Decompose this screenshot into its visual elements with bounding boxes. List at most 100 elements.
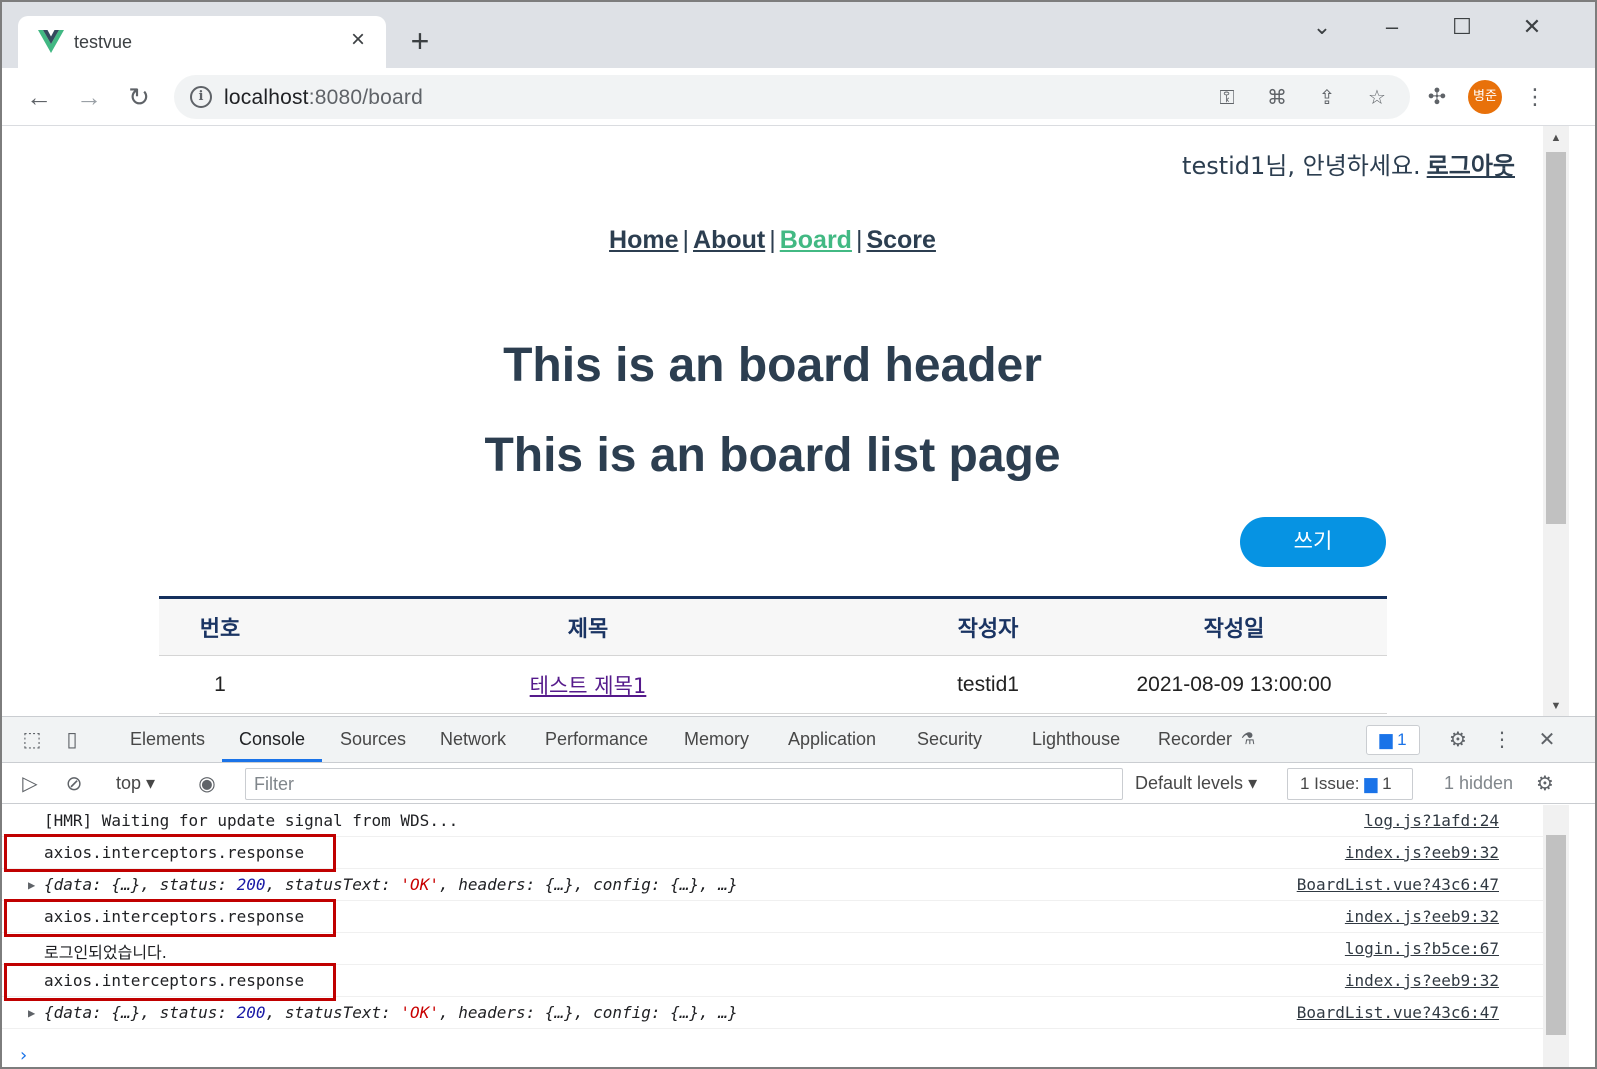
- nav-score-link[interactable]: Score: [866, 226, 935, 254]
- source-link[interactable]: BoardList.vue?43c6:47: [1297, 875, 1499, 894]
- source-link[interactable]: BoardList.vue?43c6:47: [1297, 1003, 1499, 1022]
- column-header-date: 작성일: [1081, 596, 1387, 656]
- forward-icon[interactable]: →: [70, 78, 108, 116]
- board-list-title: This is an board list page: [484, 429, 1061, 482]
- logout-link[interactable]: 로그아웃: [1427, 152, 1515, 180]
- nav-about-link[interactable]: About: [693, 226, 765, 254]
- messages-badge[interactable]: ▆ 1: [1366, 725, 1420, 755]
- board-table: 번호 제목 작성자 작성일 1 테스트 제목1 testid1 2021-08-…: [159, 596, 1387, 714]
- column-header-no: 번호: [159, 596, 281, 656]
- devtools-panel: ⬚ ▯ Elements Console Sources Network Per…: [2, 716, 1595, 1067]
- clear-console-icon[interactable]: ⊘: [60, 770, 88, 798]
- tab-elements[interactable]: Elements: [130, 729, 205, 750]
- highlight-box: [4, 899, 336, 937]
- tab-application[interactable]: Application: [788, 729, 876, 750]
- source-link[interactable]: index.js?eeb9:32: [1345, 843, 1499, 862]
- console-settings-gear-icon[interactable]: ⚙: [1531, 770, 1559, 798]
- issues-button[interactable]: 1 Issue: ▆ 1: [1287, 768, 1413, 800]
- highlight-box: [4, 963, 336, 1001]
- expand-triangle-icon[interactable]: ▶: [28, 1006, 35, 1020]
- tab-recorder[interactable]: Recorder: [1158, 729, 1232, 750]
- console-output: [HMR] Waiting for update signal from WDS…: [2, 805, 1543, 1067]
- tab-strip: testvue × + ⌄ – ☐ ✕: [2, 2, 1595, 68]
- maximize-icon[interactable]: ☐: [1440, 12, 1484, 44]
- back-icon[interactable]: ←: [20, 78, 58, 116]
- nav-home-link[interactable]: Home: [609, 226, 678, 254]
- console-prompt-icon[interactable]: ›: [18, 1045, 29, 1066]
- console-scrollbar[interactable]: [1543, 805, 1569, 1067]
- close-devtools-icon[interactable]: ✕: [1533, 726, 1561, 754]
- bookmark-star-icon[interactable]: ☆: [1364, 85, 1390, 111]
- source-link[interactable]: log.js?1afd:24: [1364, 811, 1499, 830]
- post-title-link[interactable]: 테스트 제목1: [530, 674, 647, 698]
- vue-logo-icon: [38, 30, 64, 53]
- device-toolbar-icon[interactable]: ▯: [58, 726, 86, 754]
- scroll-up-icon[interactable]: ▲: [1543, 132, 1569, 144]
- tab-sources[interactable]: Sources: [340, 729, 406, 750]
- minimize-icon[interactable]: –: [1370, 12, 1414, 44]
- console-filter-bar: ▷ ⊘ top ▾ ◉ Filter Default levels ▾ 1 Is…: [2, 764, 1595, 804]
- context-select[interactable]: top ▾: [116, 773, 155, 794]
- settings-gear-icon[interactable]: ⚙: [1444, 726, 1472, 754]
- console-message: 로그인되었습니다. login.js?b5ce:67: [2, 933, 1543, 965]
- tab-performance[interactable]: Performance: [545, 729, 648, 750]
- tab-search-icon[interactable]: ⌄: [1300, 12, 1344, 44]
- extensions-icon[interactable]: ✣: [1422, 82, 1452, 112]
- profile-avatar[interactable]: 병준: [1468, 80, 1502, 114]
- cell-date: 2021-08-09 13:00:00: [1081, 655, 1387, 714]
- live-expression-eye-icon[interactable]: ◉: [193, 770, 221, 798]
- tab-close-icon[interactable]: ×: [344, 26, 372, 54]
- log-levels-select[interactable]: Default levels ▾: [1135, 773, 1257, 794]
- write-button[interactable]: 쓰기: [1240, 517, 1386, 567]
- translate-icon[interactable]: ⌘: [1264, 85, 1290, 111]
- filter-input[interactable]: Filter: [245, 768, 1123, 800]
- table-header-row: 번호 제목 작성자 작성일: [159, 596, 1387, 656]
- tab-console[interactable]: Console: [239, 729, 305, 750]
- scrollbar-thumb[interactable]: [1546, 152, 1566, 524]
- console-object-message[interactable]: ▶ {data: {…}, status: 200, statusText: 'O…: [2, 997, 1543, 1029]
- cell-no: 1: [159, 655, 281, 714]
- flask-icon: ⚗: [1240, 731, 1256, 748]
- devtools-tabbar: ⬚ ▯ Elements Console Sources Network Per…: [2, 717, 1595, 763]
- source-link[interactable]: login.js?b5ce:67: [1345, 939, 1499, 958]
- highlight-box: [4, 834, 336, 872]
- console-object-message[interactable]: ▶ {data: {…}, status: 200, statusText: 'O…: [2, 869, 1543, 901]
- expand-triangle-icon[interactable]: ▶: [28, 878, 35, 892]
- scroll-down-icon[interactable]: ▼: [1543, 700, 1569, 712]
- console-scrollbar-thumb[interactable]: [1546, 835, 1566, 1035]
- source-link[interactable]: index.js?eeb9:32: [1345, 971, 1499, 990]
- active-tab-indicator: [222, 759, 322, 762]
- devtools-menu-icon[interactable]: ⋮: [1488, 726, 1516, 754]
- tab-memory[interactable]: Memory: [684, 729, 749, 750]
- inspect-element-icon[interactable]: ⬚: [18, 726, 46, 754]
- tab-security[interactable]: Security: [917, 729, 982, 750]
- nav-separator: |: [682, 226, 690, 254]
- browser-tab[interactable]: testvue ×: [18, 16, 386, 68]
- messages-count: 1: [1397, 730, 1407, 749]
- new-tab-icon[interactable]: +: [402, 24, 438, 60]
- hidden-count: 1 hidden: [1444, 773, 1514, 793]
- main-nav: Home | About | Board | Score: [2, 226, 1543, 255]
- key-icon[interactable]: ⚿: [1214, 85, 1240, 111]
- page-scrollbar[interactable]: ▲ ▼: [1543, 126, 1569, 716]
- tab-title: testvue: [74, 32, 133, 52]
- issue-icon: ▆: [1364, 774, 1378, 793]
- greeting-text: testid1님, 안녕하세요.: [1182, 152, 1421, 180]
- menu-kebab-icon[interactable]: ⋮: [1520, 82, 1550, 112]
- show-sidebar-icon[interactable]: ▷: [16, 770, 44, 798]
- browser-toolbar: ← → ↻ i localhost:8080/board ⚿ ⌘ ⇪ ☆ ✣ 병…: [2, 68, 1595, 126]
- reload-icon[interactable]: ↻: [120, 78, 158, 116]
- share-icon[interactable]: ⇪: [1314, 85, 1340, 111]
- nav-board-link[interactable]: Board: [780, 226, 852, 254]
- browser-window: testvue × + ⌄ – ☐ ✕ ← → ↻ i localhost:80…: [0, 0, 1597, 1069]
- close-window-icon[interactable]: ✕: [1510, 12, 1554, 44]
- source-link[interactable]: index.js?eeb9:32: [1345, 907, 1499, 926]
- site-info-icon[interactable]: i: [190, 86, 212, 108]
- board-header-title: This is an board header: [503, 339, 1042, 392]
- nav-separator: |: [855, 226, 863, 254]
- cell-title: 테스트 제목1: [281, 655, 895, 714]
- tab-network[interactable]: Network: [440, 729, 506, 750]
- greeting: testid1님, 안녕하세요. 로그아웃: [1182, 146, 1515, 181]
- tab-lighthouse[interactable]: Lighthouse: [1032, 729, 1120, 750]
- address-bar[interactable]: i localhost:8080/board ⚿ ⌘ ⇪ ☆: [174, 75, 1410, 119]
